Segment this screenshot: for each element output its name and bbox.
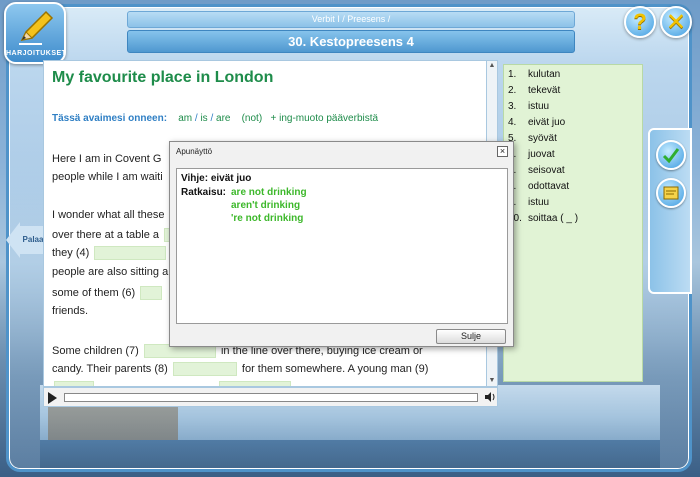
- question-icon: ?: [633, 9, 647, 34]
- audio-player: [43, 387, 498, 407]
- text-fragment: candy. Their parents (8): [52, 362, 168, 375]
- text-line: Here I am in Covent G: [52, 153, 162, 165]
- scroll-down-icon[interactable]: ▼: [488, 377, 496, 385]
- hint-card-icon: [663, 186, 679, 200]
- list-item: 4. eivät juo: [508, 117, 566, 128]
- breadcrumb: Verbit I / Preesens /: [127, 11, 575, 28]
- hint-word: am: [178, 113, 193, 124]
- list-item: 9.istuu: [508, 197, 550, 208]
- app-logo[interactable]: HARJOITUKSET: [4, 2, 66, 64]
- word-list-panel: 1. kulutan 2. tekevät 3. istuu 4. eivät juo …: [503, 64, 643, 382]
- answer-gap-4[interactable]: [94, 246, 167, 260]
- hint-suffix: + ing-muoto pääverbistä: [270, 113, 379, 124]
- close-icon: ✕: [665, 8, 687, 36]
- check-answer-button[interactable]: [656, 140, 686, 170]
- help-button[interactable]: ?: [624, 6, 656, 38]
- list-item: 1. kulutan: [508, 69, 561, 80]
- text-line: friends.: [52, 305, 89, 317]
- text-line: they (4): [52, 246, 168, 260]
- text-fragment: over there at a table a: [52, 228, 160, 241]
- list-item: 8.odottavat: [508, 181, 570, 192]
- list-item: 6.juovat: [508, 149, 555, 160]
- pencil-icon: [19, 10, 54, 45]
- dialog-close-icon[interactable]: ×: [497, 146, 508, 157]
- text-line: I wonder what all these: [52, 209, 165, 221]
- checkmark-pencil-icon: [662, 148, 680, 164]
- text-fragment: people are also sitting a: [52, 266, 169, 278]
- text-fragment: Some children (7): [52, 344, 139, 357]
- exercise-title: My favourite place in London: [52, 69, 274, 86]
- text-line: people are also sitting a: [52, 266, 168, 278]
- text-fragment: some of them (6): [52, 286, 136, 299]
- grammar-hint: Tässä avaimesi onneen: am / is / are (no…: [52, 113, 379, 124]
- list-item: 7.seisovat: [508, 165, 565, 176]
- list-item: 10. soittaa ( _ ): [508, 213, 579, 224]
- solution-label: Ratkaisu:: [181, 187, 227, 198]
- solution-text: 're not drinking: [231, 213, 304, 224]
- back-button[interactable]: Palaa: [6, 222, 48, 258]
- hint-not: (not): [241, 113, 263, 124]
- help-dialog: Apunäyttö × Vihje: eivät juo Ratkaisu: a…: [169, 141, 514, 347]
- tool-strip: [648, 128, 692, 294]
- list-item: 5. syövät: [508, 133, 557, 144]
- page-title: 30. Kestopreesens 4: [127, 30, 575, 53]
- text-line: some of them (6): [52, 286, 164, 300]
- hint-button[interactable]: [656, 178, 686, 208]
- solution-text: aren't drinking: [231, 200, 301, 211]
- logo-label: HARJOITUKSET: [6, 50, 67, 57]
- hint-word: is: [200, 113, 208, 124]
- speaker-icon[interactable]: [484, 391, 496, 403]
- hint-prefix: Tässä avaimesi onneen:: [52, 113, 168, 124]
- close-dialog-button[interactable]: Sulje: [436, 329, 506, 344]
- answer-gap-8[interactable]: [172, 362, 237, 376]
- dialog-body: Vihje: eivät juo Ratkaisu: are not drink…: [176, 168, 508, 324]
- text-line: people while I am waiti: [52, 171, 163, 183]
- scroll-up-icon[interactable]: ▲: [488, 62, 496, 70]
- exit-button[interactable]: ✕: [660, 6, 692, 38]
- text-line: candy. Their parents (8) for them somewh…: [52, 362, 428, 376]
- play-icon[interactable]: [48, 392, 57, 404]
- text-fragment: they (4): [52, 246, 90, 259]
- audio-progress-track[interactable]: [64, 393, 478, 402]
- answer-gap-6[interactable]: [140, 286, 163, 300]
- hint-text: Vihje: eivät juo: [181, 173, 252, 184]
- solution-text: are not drinking: [231, 187, 307, 198]
- list-item: 2. tekevät: [508, 85, 561, 96]
- list-item: 3. istuu: [508, 101, 550, 112]
- text-fragment: for them somewhere. A young man (9): [241, 362, 429, 375]
- hint-word: are: [216, 113, 231, 124]
- dialog-title: Apunäyttö: [176, 147, 213, 156]
